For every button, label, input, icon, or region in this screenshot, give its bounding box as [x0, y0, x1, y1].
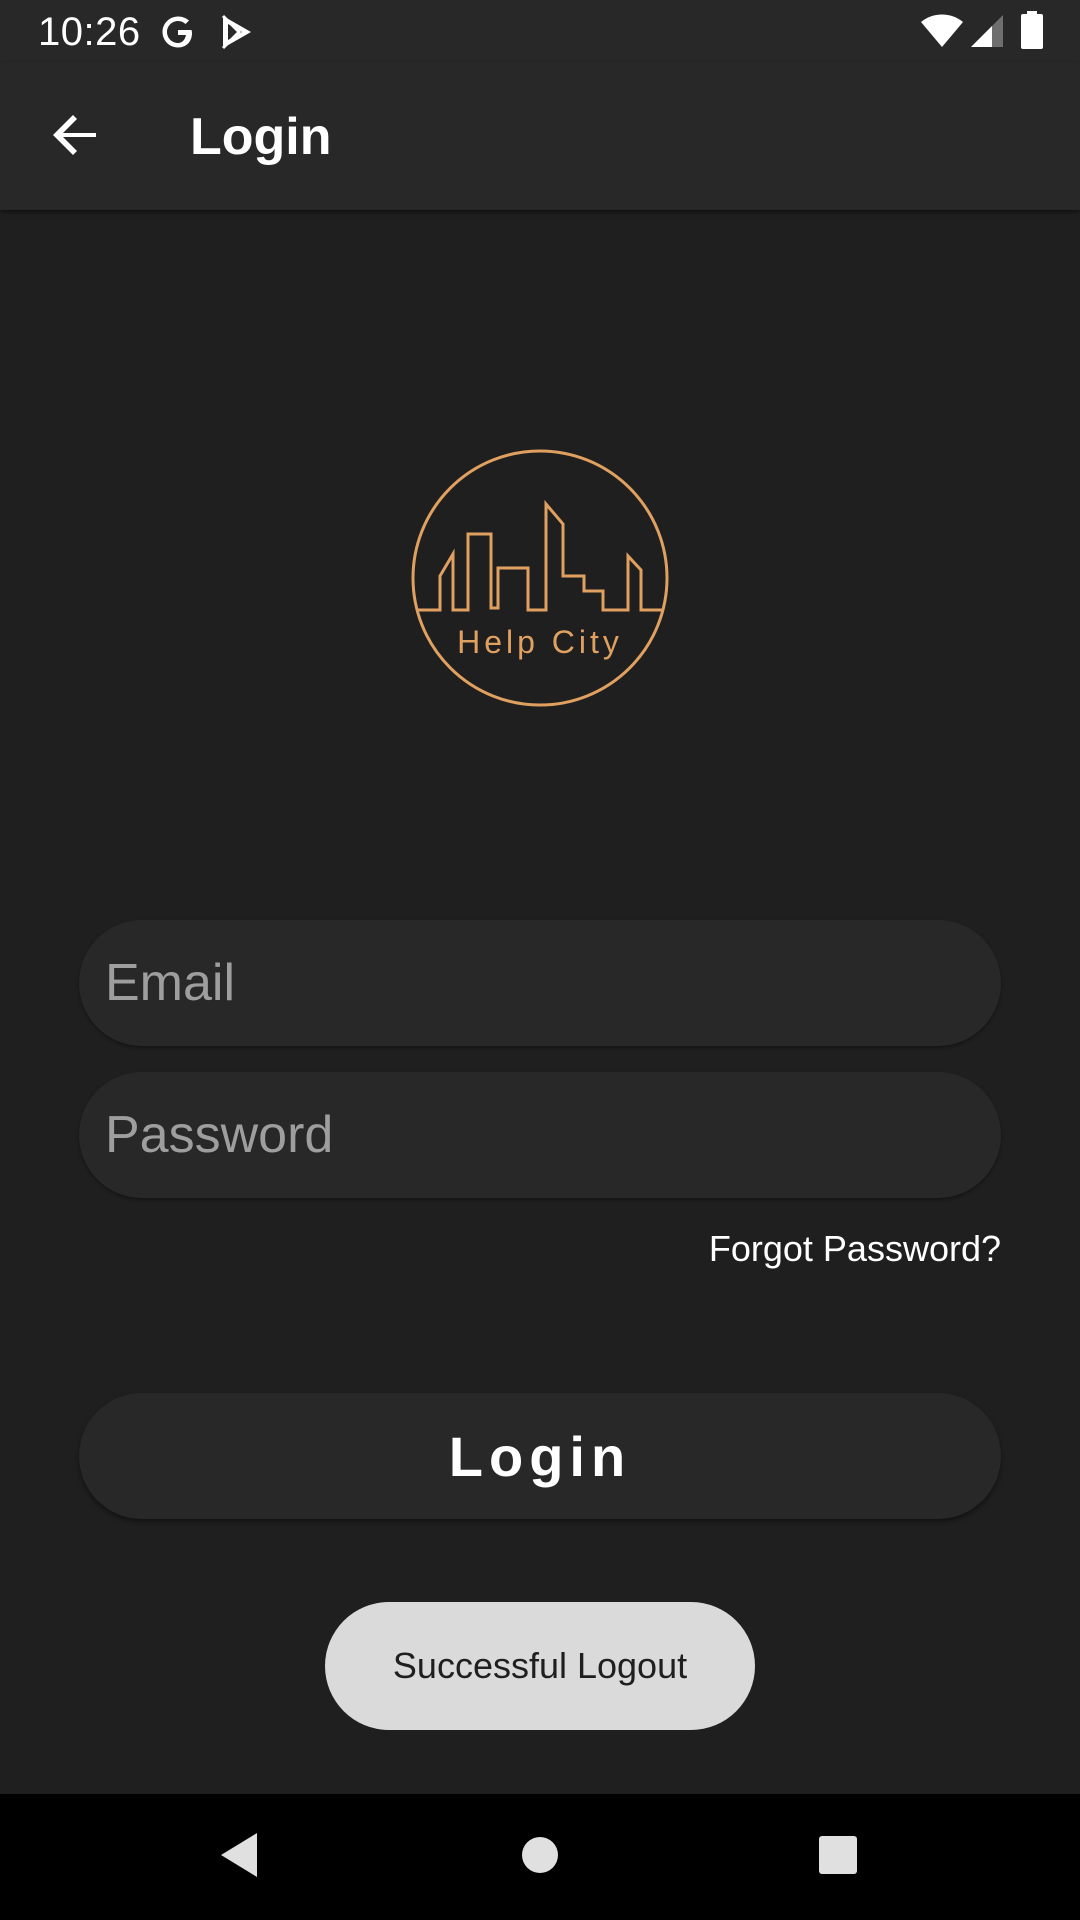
password-field[interactable] — [105, 1105, 975, 1165]
logo-text: Help City — [457, 624, 623, 660]
back-button[interactable] — [40, 101, 112, 173]
signal-icon — [970, 14, 1004, 53]
nav-home-button[interactable] — [505, 1822, 575, 1892]
google-icon — [158, 12, 198, 57]
email-field[interactable] — [105, 953, 975, 1013]
forgot-password-link[interactable]: Forgot Password? — [709, 1227, 1001, 1271]
nav-back-button[interactable] — [204, 1822, 274, 1892]
page-title: Login — [190, 108, 332, 166]
help-city-logo: Help City — [408, 446, 672, 710]
home-circle-icon — [520, 1835, 560, 1880]
battery-icon — [1021, 11, 1043, 54]
navigation-bar — [0, 1794, 1080, 1920]
status-bar: 10:26 — [0, 0, 1080, 63]
password-field-container — [79, 1072, 1001, 1198]
logout-toast: Successful Logout — [325, 1602, 755, 1730]
status-time: 10:26 — [38, 10, 141, 54]
wifi-icon — [920, 13, 964, 54]
login-screen: 10:26 Login Help City Email Forgot Passw… — [0, 0, 1080, 1920]
toast-message: Successful Logout — [392, 1645, 688, 1686]
back-triangle-icon — [217, 1831, 261, 1884]
arrow-back-icon — [52, 111, 100, 164]
app-bar: Login — [0, 63, 1080, 210]
login-button[interactable]: Login — [79, 1393, 1001, 1519]
recents-square-icon — [818, 1835, 858, 1880]
nav-recents-button[interactable] — [803, 1822, 873, 1892]
play-store-icon — [220, 14, 254, 55]
email-field-container — [79, 920, 1001, 1046]
